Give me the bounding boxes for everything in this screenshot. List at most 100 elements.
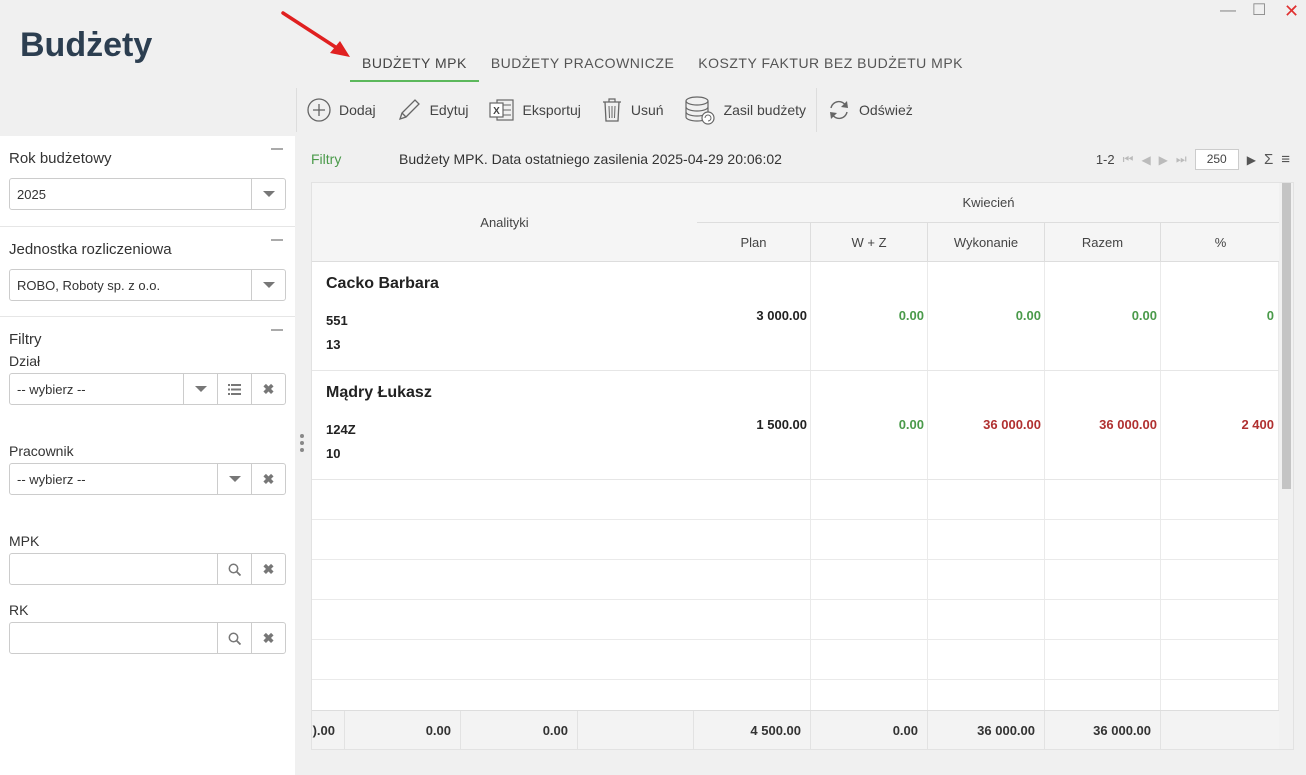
row-name: Cacko Barbara: [326, 275, 439, 292]
table-row[interactable]: Mądry Łukasz 124Z 10 1 500.00 0.00 36 00…: [312, 371, 1280, 480]
plus-circle-icon: [307, 98, 331, 122]
chevron-down-icon: [194, 386, 207, 392]
clear-button[interactable]: ✖: [251, 374, 285, 404]
header-pct[interactable]: %: [1160, 223, 1280, 262]
unit-section: Jednostka rozliczeniowa ROBO, Roboty sp.…: [0, 227, 295, 317]
clear-button[interactable]: ✖: [251, 623, 285, 653]
collapse-icon[interactable]: [271, 148, 283, 150]
dropdown-button[interactable]: [251, 179, 285, 209]
grid-header: Analityki Kwiecień Plan W + Z Wykonanie …: [312, 183, 1280, 262]
prev-page-icon[interactable]: ◀: [1141, 153, 1150, 167]
pencil-icon: [398, 99, 420, 121]
pracownik-select[interactable]: -- wybierz -- ✖: [9, 463, 286, 495]
panel-splitter-handle[interactable]: [300, 434, 304, 452]
menu-icon[interactable]: ≡: [1281, 151, 1290, 168]
cell-wz: 0.00: [898, 308, 924, 323]
clear-button[interactable]: ✖: [251, 554, 285, 584]
tab-koszty-faktur[interactable]: KOSZTY FAKTUR BEZ BUDŻETU MPK: [686, 48, 975, 82]
add-button[interactable]: Dodaj: [297, 88, 386, 132]
page-title: Budżety: [20, 26, 153, 64]
search-button[interactable]: [217, 554, 251, 584]
cell-razem: 0.00: [1131, 308, 1157, 323]
chevron-down-icon: [228, 476, 241, 482]
database-refresh-icon: [684, 96, 715, 125]
header-plan[interactable]: Plan: [697, 223, 810, 262]
cell-wykonanie: 0.00: [1015, 308, 1041, 323]
export-button[interactable]: X Eksportuj: [479, 88, 591, 132]
feed-budgets-label: Zasil budżety: [723, 102, 807, 118]
dropdown-button[interactable]: [251, 270, 285, 300]
pracownik-value: -- wybierz --: [17, 471, 86, 487]
unit-select[interactable]: ROBO, Roboty sp. z o.o.: [9, 269, 286, 301]
close-icon: ✖: [262, 560, 275, 577]
first-page-icon[interactable]: ⏮: [1123, 152, 1134, 167]
tab-budzety-pracownicze[interactable]: BUDŻETY PRACOWNICZE: [479, 48, 686, 82]
minimize-icon[interactable]: —: [1220, 2, 1236, 20]
scrollbar-thumb[interactable]: [1282, 183, 1291, 489]
close-icon[interactable]: ✕: [1284, 2, 1299, 20]
filters-label: Filtry: [9, 331, 42, 348]
edit-button[interactable]: Edytuj: [386, 88, 479, 132]
header-wz[interactable]: W + Z: [810, 223, 927, 262]
edit-button-label: Edytuj: [429, 102, 469, 118]
budget-grid: Analityki Kwiecień Plan W + Z Wykonanie …: [311, 182, 1294, 750]
row-code: 10: [326, 446, 341, 461]
cell-pct: 2 400: [1241, 417, 1274, 432]
vertical-scrollbar[interactable]: [1279, 183, 1293, 749]
clear-button[interactable]: ✖: [251, 464, 285, 494]
pager-range: 1-2: [1095, 152, 1115, 167]
header-razem[interactable]: Razem: [1044, 223, 1160, 262]
feed-budgets-button[interactable]: Zasil budżety: [674, 88, 816, 132]
year-select[interactable]: 2025: [9, 178, 286, 210]
page-size-input[interactable]: 250: [1194, 149, 1239, 170]
play-icon[interactable]: ▶: [1247, 153, 1256, 167]
collapse-icon[interactable]: [271, 239, 283, 241]
total-value: 0.00: [542, 723, 568, 738]
search-button[interactable]: [217, 623, 251, 653]
totals-row: ).00 0.00 0.00 4 500.00 0.00 36 000.00 3…: [312, 710, 1280, 749]
unit-label: Jednostka rozliczeniowa: [9, 241, 172, 258]
refresh-icon: [830, 100, 849, 120]
next-page-icon[interactable]: ▶: [1159, 153, 1168, 167]
collapse-icon[interactable]: [271, 329, 283, 331]
delete-button-label: Usuń: [630, 102, 664, 118]
dropdown-button[interactable]: [183, 374, 217, 404]
rk-label: RK: [9, 602, 29, 618]
grid-title: Budżety MPK. Data ostatniego zasilenia 2…: [399, 151, 782, 167]
annotation-arrow-icon: [281, 11, 350, 57]
tab-budzety-mpk[interactable]: BUDŻETY MPK: [350, 48, 479, 82]
list-button[interactable]: [217, 374, 251, 404]
dropdown-button[interactable]: [217, 464, 251, 494]
pager: 1-2 ⏮ ◀ ▶ ⏭ 250 ▶ Σ ≡: [1096, 149, 1290, 170]
empty-row: [312, 560, 1280, 600]
cell-razem: 36 000.00: [1099, 417, 1157, 432]
cell-pct: 0: [1266, 308, 1274, 323]
chevron-down-icon: [262, 191, 275, 197]
year-label: Rok budżetowy: [9, 150, 112, 167]
add-button-label: Dodaj: [339, 102, 376, 118]
toolbar: Dodaj Edytuj X Eksportuj Usuń Zasil budż…: [296, 88, 923, 132]
row-code: 551: [326, 313, 348, 328]
rk-input[interactable]: ✖: [9, 622, 286, 654]
header-wykonanie[interactable]: Wykonanie: [927, 223, 1044, 262]
total-razem: 36 000.00: [1093, 723, 1151, 738]
header-analityki[interactable]: Analityki: [312, 183, 697, 262]
year-section: Rok budżetowy 2025: [0, 136, 295, 227]
horizontal-scrollbar-thumb[interactable]: [509, 749, 591, 750]
filters-link[interactable]: Filtry: [311, 151, 341, 167]
close-icon: ✖: [262, 380, 275, 397]
export-button-label: Eksportuj: [522, 102, 581, 118]
table-row[interactable]: Cacko Barbara 551 13 3 000.00 0.00 0.00 …: [312, 262, 1280, 371]
dzial-select[interactable]: -- wybierz -- ✖: [9, 373, 286, 405]
last-page-icon[interactable]: ⏭: [1176, 152, 1187, 167]
row-name: Mądry Łukasz: [326, 384, 432, 401]
mpk-input[interactable]: ✖: [9, 553, 286, 585]
row-code: 124Z: [326, 422, 356, 437]
maximize-icon[interactable]: ☐: [1252, 2, 1266, 20]
list-icon: [228, 383, 241, 395]
sum-icon[interactable]: Σ: [1264, 151, 1273, 168]
unit-value: ROBO, Roboty sp. z o.o.: [17, 277, 161, 293]
delete-button[interactable]: Usuń: [591, 88, 674, 132]
cell-plan: 1 500.00: [756, 417, 807, 432]
refresh-button[interactable]: Odśwież: [817, 88, 923, 132]
